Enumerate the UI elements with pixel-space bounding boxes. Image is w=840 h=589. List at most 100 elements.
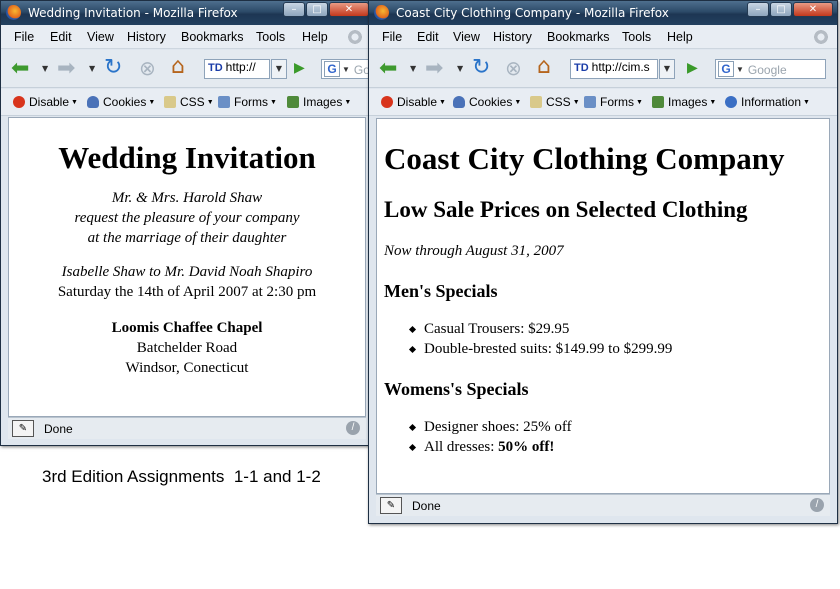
navigation-toolbar: ⬅ ▼ ➡ ▼ ↻ ⊗ ⌂ TDhttp:// ▼ ▶ G▼Google xyxy=(1,50,373,88)
menu-history[interactable]: History xyxy=(493,30,532,44)
page-content: Coast City Clothing Company Low Sale Pri… xyxy=(376,118,830,494)
search-box[interactable]: G▼Google xyxy=(715,59,826,79)
security-icon[interactable]: / xyxy=(346,421,360,435)
forward-icon[interactable]: ➡ xyxy=(57,56,75,81)
url-bar[interactable]: TD http:// xyxy=(204,59,270,79)
menu-history[interactable]: History xyxy=(127,30,166,44)
forms-menu[interactable]: Forms ▼ xyxy=(218,95,277,109)
invite-line: at the marriage of their daughter xyxy=(87,230,287,246)
menu-edit[interactable]: Edit xyxy=(417,30,439,44)
title-bar[interactable]: Coast City Clothing Company - Mozilla Fi… xyxy=(369,1,837,25)
site-icon: TD xyxy=(208,62,223,74)
throbber-icon xyxy=(347,29,363,45)
url-dropdown[interactable]: ▼ xyxy=(659,59,675,79)
reload-icon[interactable]: ↻ xyxy=(104,55,122,80)
menu-tools[interactable]: Tools xyxy=(256,30,285,44)
window-title: Wedding Invitation - Mozilla Firefox xyxy=(28,6,238,20)
disable-icon xyxy=(381,96,393,108)
reload-icon[interactable]: ↻ xyxy=(472,55,490,80)
list-item: All dresses: 50% off! xyxy=(410,437,829,457)
back-dropdown-icon[interactable]: ▼ xyxy=(42,64,48,73)
menu-help[interactable]: Help xyxy=(667,30,693,44)
maximize-button[interactable]: □ xyxy=(770,2,792,17)
search-box[interactable]: G▼Google xyxy=(321,59,373,79)
back-dropdown-icon[interactable]: ▼ xyxy=(410,64,416,73)
minimize-button[interactable]: – xyxy=(283,2,305,17)
menu-bar: File Edit View History Bookmarks Tools H… xyxy=(1,25,373,49)
back-icon[interactable]: ⬅ xyxy=(379,56,397,81)
menu-edit[interactable]: Edit xyxy=(50,30,72,44)
menu-file[interactable]: File xyxy=(14,30,34,44)
list-item-text: All dresses: xyxy=(424,439,499,455)
images-menu[interactable]: Images ▼ xyxy=(287,95,351,109)
stop-icon[interactable]: ⊗ xyxy=(505,56,522,80)
venue-street: Batchelder Road xyxy=(136,340,238,356)
womens-list: Designer shoes: 25% off All dresses: 50%… xyxy=(384,417,829,457)
css-menu[interactable]: CSS ▼ xyxy=(530,95,580,109)
home-icon[interactable]: ⌂ xyxy=(171,54,185,79)
status-bar: ✎ Done / xyxy=(8,417,366,439)
information-icon xyxy=(725,96,737,108)
close-button[interactable]: ✕ xyxy=(793,2,833,17)
list-item-bold: 50% off! xyxy=(498,439,555,455)
menu-bookmarks[interactable]: Bookmarks xyxy=(181,30,244,44)
mens-heading: Men's Specials xyxy=(384,281,498,301)
status-bar: ✎ Done / xyxy=(376,494,830,516)
close-button[interactable]: ✕ xyxy=(329,2,369,17)
url-bar[interactable]: TD http://cim.s xyxy=(570,59,658,79)
status-text: Done xyxy=(412,499,441,513)
sale-dates: Now through August 31, 2007 xyxy=(384,243,564,259)
security-icon[interactable]: / xyxy=(810,498,824,512)
google-icon[interactable]: G xyxy=(718,61,734,77)
forms-menu[interactable]: Forms ▼ xyxy=(584,95,643,109)
menu-view[interactable]: View xyxy=(453,30,480,44)
wedding-page: Wedding Invitation Mr. & Mrs. Harold Sha… xyxy=(9,140,365,378)
css-menu[interactable]: CSS ▼ xyxy=(164,95,214,109)
couple-names: Isabelle Shaw to Mr. David Noah Shapiro xyxy=(61,264,313,280)
window-title: Coast City Clothing Company - Mozilla Fi… xyxy=(396,6,669,20)
site-icon: TD xyxy=(574,62,589,74)
disable-menu[interactable]: Disable ▼ xyxy=(13,95,78,109)
images-icon xyxy=(287,96,299,108)
images-menu[interactable]: Images ▼ xyxy=(652,95,716,109)
stop-icon[interactable]: ⊗ xyxy=(139,56,156,80)
invitation-text: Mr. & Mrs. Harold Shaw request the pleas… xyxy=(9,188,365,248)
information-menu[interactable]: Information ▼ xyxy=(725,95,810,109)
venue-city: Windsor, Conecticut xyxy=(125,360,249,376)
menu-view[interactable]: View xyxy=(87,30,114,44)
menu-help[interactable]: Help xyxy=(302,30,328,44)
clothing-page: Coast City Clothing Company Low Sale Pri… xyxy=(377,141,829,457)
forward-icon[interactable]: ➡ xyxy=(425,56,443,81)
throbber-icon xyxy=(813,29,829,45)
wedding-window: Wedding Invitation - Mozilla Firefox – □… xyxy=(0,0,374,446)
forward-dropdown-icon[interactable]: ▼ xyxy=(89,64,95,73)
disable-menu[interactable]: Disable ▼ xyxy=(381,95,446,109)
back-icon[interactable]: ⬅ xyxy=(11,56,29,81)
url-dropdown[interactable]: ▼ xyxy=(271,59,287,79)
cookies-menu[interactable]: Cookies ▼ xyxy=(87,95,155,109)
google-icon[interactable]: G xyxy=(324,61,340,77)
minimize-button[interactable]: – xyxy=(747,2,769,17)
menu-bar: File Edit View History Bookmarks Tools H… xyxy=(369,25,837,49)
menu-bookmarks[interactable]: Bookmarks xyxy=(547,30,610,44)
page-subheading: Low Sale Prices on Selected Clothing xyxy=(384,197,748,222)
cookies-icon xyxy=(453,96,465,108)
cookies-menu[interactable]: Cookies ▼ xyxy=(453,95,521,109)
forms-icon xyxy=(218,96,230,108)
firefox-icon xyxy=(6,5,21,20)
page-content: Wedding Invitation Mr. & Mrs. Harold Sha… xyxy=(8,117,366,417)
forward-dropdown-icon[interactable]: ▼ xyxy=(457,64,463,73)
title-bar[interactable]: Wedding Invitation - Mozilla Firefox – □… xyxy=(1,1,373,25)
menu-tools[interactable]: Tools xyxy=(622,30,651,44)
assignment-caption: 3rd Edition Assignments 1-1 and 1-2 xyxy=(42,467,321,486)
menu-file[interactable]: File xyxy=(382,30,402,44)
go-icon[interactable]: ▶ xyxy=(294,60,305,76)
page-heading: Wedding Invitation xyxy=(58,140,316,175)
maximize-button[interactable]: □ xyxy=(306,2,328,17)
list-item: Designer shoes: 25% off xyxy=(410,417,829,437)
go-icon[interactable]: ▶ xyxy=(687,60,698,76)
images-icon xyxy=(652,96,664,108)
disable-icon xyxy=(13,96,25,108)
developer-toolbar: Disable ▼ Cookies ▼ CSS ▼ Forms ▼ Images ▼ In… xyxy=(369,89,837,116)
home-icon[interactable]: ⌂ xyxy=(537,54,551,79)
